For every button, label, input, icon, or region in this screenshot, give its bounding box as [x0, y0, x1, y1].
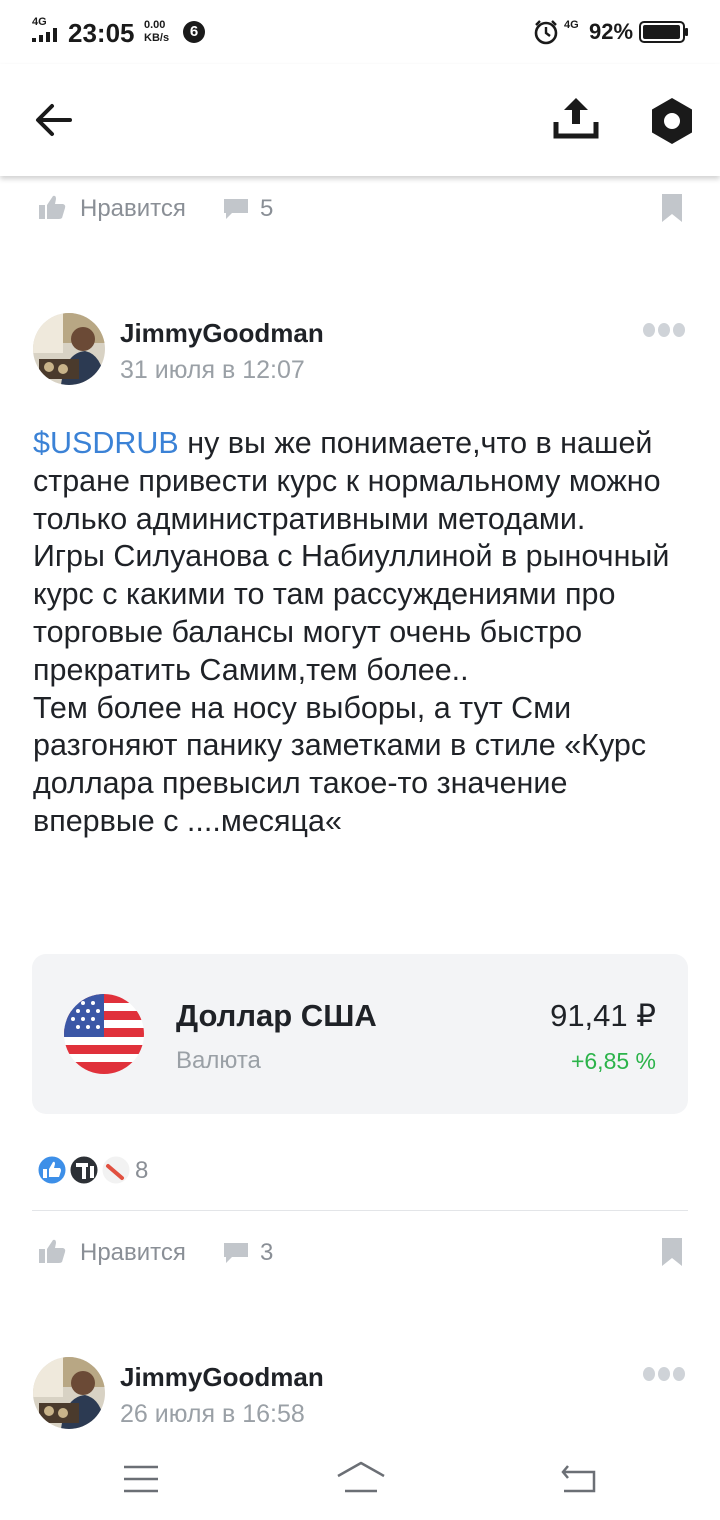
- share-upload-icon: [553, 98, 599, 139]
- menu-icon[interactable]: [122, 1464, 160, 1494]
- home-icon[interactable]: [335, 1460, 387, 1496]
- hexagon-gear-icon: [652, 98, 692, 144]
- next-post-author[interactable]: JimmyGoodman: [120, 1362, 324, 1393]
- prev-comments-button[interactable]: 5: [222, 192, 282, 224]
- instrument-price: 91,41 ₽: [550, 998, 656, 1033]
- net-speed-unit: KB/s: [144, 32, 170, 44]
- post-body: $USDRUB ну вы же понимаете,что в нашей с…: [33, 425, 693, 841]
- net-speed-value: 0.00: [144, 19, 166, 31]
- network-type-left: 4G: [32, 16, 47, 28]
- system-nav-bar: [0, 1440, 720, 1520]
- next-post-date: 26 июля в 16:58: [120, 1400, 305, 1428]
- instrument-card[interactable]: Доллар США Валюта 91,41 ₽ +6,85 %: [32, 954, 688, 1114]
- more-options-icon[interactable]: [641, 1365, 687, 1383]
- reactions-summary[interactable]: 8: [34, 1152, 164, 1188]
- post-paragraph-2: Игры Силуанова с Набиуллиной в рыночный …: [33, 539, 670, 687]
- divider: [32, 1210, 688, 1211]
- like-label: Нравится: [80, 1239, 186, 1266]
- instrument-name: Доллар США: [176, 998, 377, 1033]
- network-type-right: 4G: [564, 19, 579, 31]
- bookmark-icon[interactable]: [660, 193, 684, 223]
- back-nav-icon[interactable]: [560, 1464, 598, 1494]
- back-button[interactable]: [30, 98, 82, 142]
- status-bar: 4G 23:05 0.00 KB/s 6 4G 92%: [0, 0, 720, 64]
- settings-button[interactable]: [648, 96, 696, 146]
- reactions-count: 8: [135, 1157, 149, 1184]
- thumbs-up-icon: [39, 195, 66, 219]
- thumbs-up-icon: [39, 1239, 66, 1263]
- comment-icon: [224, 199, 248, 219]
- next-post-avatar[interactable]: [33, 1357, 105, 1429]
- battery-percent: 92%: [589, 19, 634, 44]
- share-button[interactable]: [550, 94, 602, 142]
- us-flag-icon: [64, 994, 144, 1074]
- author-name[interactable]: JimmyGoodman: [120, 318, 324, 349]
- more-options-icon[interactable]: [641, 321, 687, 339]
- clock: 23:05: [68, 18, 135, 48]
- avatar-photo: [33, 1357, 105, 1429]
- comments-button[interactable]: 3: [222, 1236, 282, 1268]
- ticker-link[interactable]: $USDRUB: [33, 426, 179, 460]
- alarm-icon: [534, 20, 558, 45]
- reaction-emojis-icon: [35, 1153, 133, 1187]
- top-app-bar: [0, 64, 720, 176]
- comments-count: 3: [260, 1239, 274, 1266]
- instrument-type: Валюта: [176, 1047, 261, 1074]
- signal-bars-icon: [32, 28, 57, 42]
- arrow-left-icon: [36, 104, 72, 136]
- comment-icon: [224, 1243, 248, 1263]
- post-paragraph-3: Тем более на носу выборы, а тут Сми разг…: [33, 690, 647, 838]
- bookmark-icon[interactable]: [660, 1237, 684, 1267]
- instrument-change: +6,85 %: [570, 1048, 656, 1074]
- notification-badge: 6: [183, 21, 205, 43]
- like-button[interactable]: Нравится: [38, 1236, 198, 1268]
- like-label: Нравится: [80, 195, 186, 222]
- avatar[interactable]: [33, 313, 105, 385]
- avatar-photo: [33, 313, 105, 385]
- battery-icon: [639, 21, 688, 43]
- prev-like-button[interactable]: Нравится: [38, 192, 198, 224]
- comments-count: 5: [260, 195, 274, 222]
- post-date: 31 июля в 12:07: [120, 356, 305, 384]
